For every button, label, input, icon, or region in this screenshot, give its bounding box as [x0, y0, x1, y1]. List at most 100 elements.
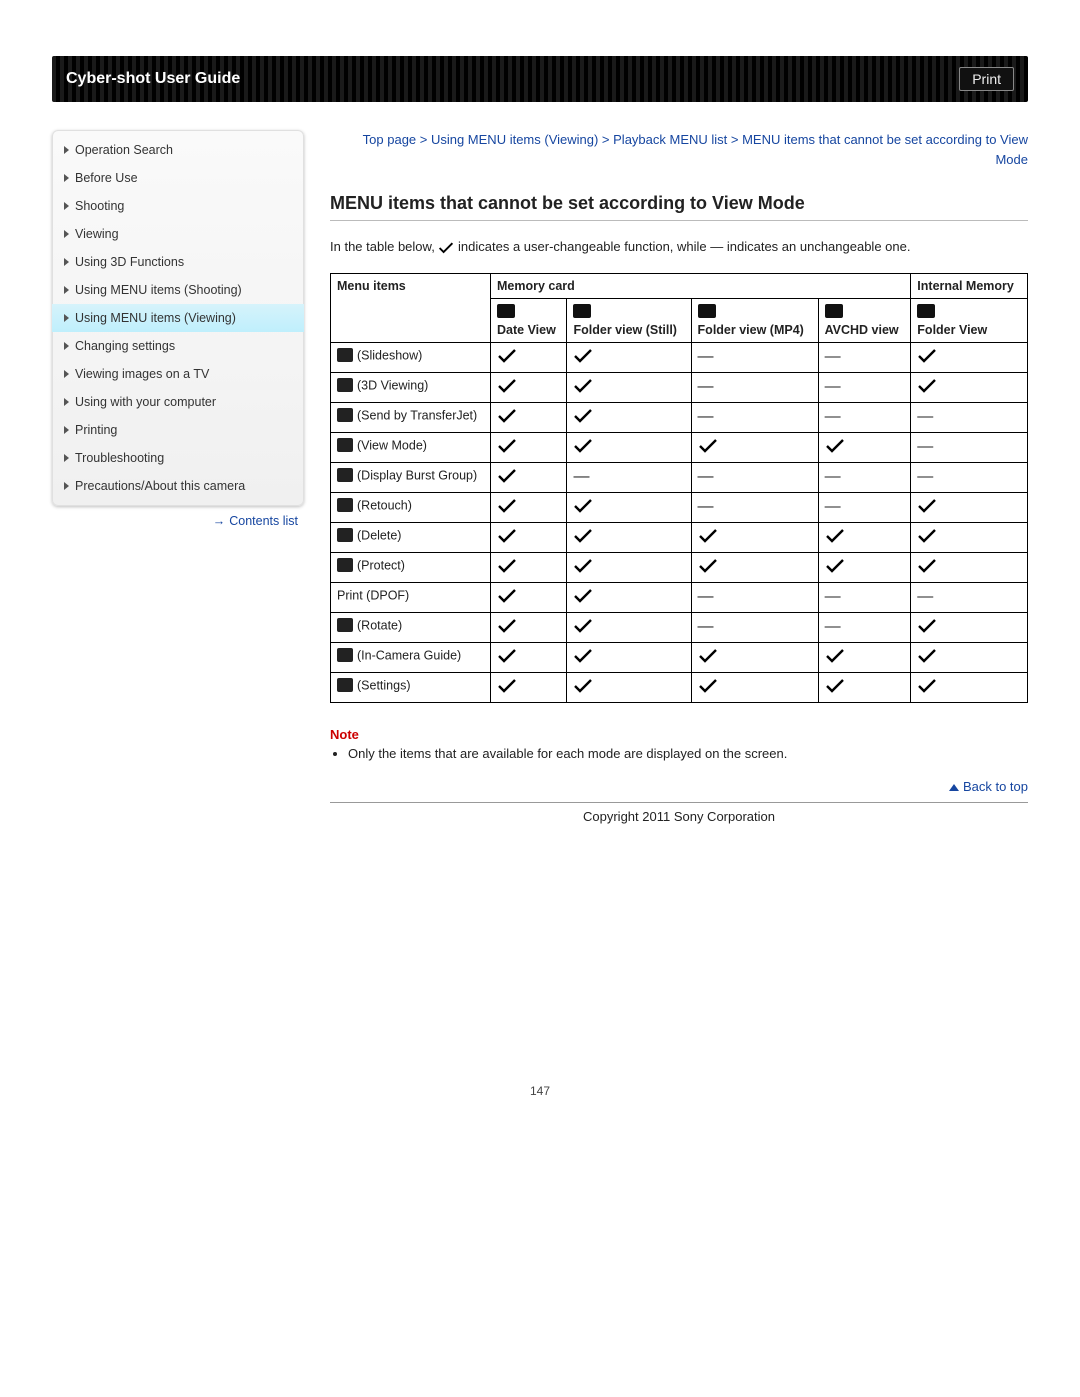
dash-icon: —: [825, 468, 841, 485]
dash-icon: —: [698, 408, 714, 425]
table-row: Print (DPOF)———: [331, 582, 1028, 612]
sidebar-item-label: Using 3D Functions: [75, 255, 184, 269]
intro-text: In the table below, indicates a user-cha…: [330, 237, 1028, 257]
sidebar-item-6[interactable]: Using MENU items (Viewing): [52, 304, 304, 332]
th-sub-2: Folder view (MP4): [691, 298, 818, 342]
sidebar-item-1[interactable]: Before Use: [52, 164, 304, 192]
note-item: Only the items that are available for ea…: [348, 746, 1028, 761]
chevron-right-icon: [64, 342, 69, 350]
mode-icon: [497, 304, 515, 318]
contents-list-link-wrap: →Contents list: [52, 506, 304, 528]
menu-item-icon: [337, 558, 353, 572]
sidebar: Operation Search Before Use Shooting Viewin…: [52, 130, 304, 506]
check-icon: [917, 618, 937, 634]
table-row: (Send by TransferJet)———: [331, 402, 1028, 432]
dash-icon: —: [825, 588, 841, 605]
sidebar-item-7[interactable]: Changing settings: [52, 332, 304, 360]
check-icon: [825, 528, 845, 544]
matrix-cell: [567, 372, 691, 402]
sidebar-item-11[interactable]: Troubleshooting: [52, 444, 304, 472]
dash-icon: —: [573, 468, 589, 485]
matrix-cell: [491, 402, 567, 432]
check-icon: [698, 648, 718, 664]
check-icon: [825, 438, 845, 454]
menu-item-cell: Print (DPOF): [331, 582, 491, 612]
sidebar-item-label: Shooting: [75, 199, 124, 213]
table-row: (View Mode) —: [331, 432, 1028, 462]
check-icon: [573, 498, 593, 514]
matrix-cell: —: [818, 342, 911, 372]
check-icon: [698, 438, 718, 454]
matrix-cell: [567, 552, 691, 582]
sidebar-item-2[interactable]: Shooting: [52, 192, 304, 220]
chevron-right-icon: [64, 454, 69, 462]
matrix-cell: —: [818, 402, 911, 432]
header-bar: Cyber-shot User Guide Print: [52, 56, 1028, 102]
matrix-cell: —: [691, 462, 818, 492]
check-icon: [497, 648, 517, 664]
sidebar-item-0[interactable]: Operation Search: [52, 136, 304, 164]
matrix-cell: [491, 552, 567, 582]
main-content: Top page > Using MENU items (Viewing) > …: [304, 130, 1028, 824]
check-icon: [917, 498, 937, 514]
chevron-right-icon: [64, 286, 69, 294]
menu-item-label: (View Mode): [357, 438, 427, 452]
matrix-cell: —: [691, 402, 818, 432]
th-internal-memory: Internal Memory: [911, 273, 1028, 298]
matrix-cell: [911, 492, 1028, 522]
sidebar-item-10[interactable]: Printing: [52, 416, 304, 444]
menu-item-cell: (Rotate): [331, 612, 491, 642]
chevron-right-icon: [64, 314, 69, 322]
dash-icon: —: [917, 438, 933, 455]
sidebar-item-label: Operation Search: [75, 143, 173, 157]
sidebar-item-5[interactable]: Using MENU items (Shooting): [52, 276, 304, 304]
th-menu-items: Menu items: [331, 273, 491, 342]
dash-icon: —: [917, 588, 933, 605]
table-row: (Display Burst Group)————: [331, 462, 1028, 492]
sidebar-item-4[interactable]: Using 3D Functions: [52, 248, 304, 276]
menu-item-label: (Display Burst Group): [357, 468, 477, 482]
check-icon: [497, 528, 517, 544]
check-icon: [573, 438, 593, 454]
table-row: (Settings): [331, 672, 1028, 702]
sidebar-item-label: Before Use: [75, 171, 138, 185]
matrix-cell: [567, 342, 691, 372]
contents-list-link[interactable]: Contents list: [229, 514, 298, 528]
breadcrumb[interactable]: Top page > Using MENU items (Viewing) > …: [330, 130, 1028, 169]
matrix-cell: [911, 642, 1028, 672]
sidebar-item-12[interactable]: Precautions/About this camera: [52, 472, 304, 500]
menu-item-icon: [337, 678, 353, 692]
table-row: (Slideshow)——: [331, 342, 1028, 372]
menu-item-cell: (Delete): [331, 522, 491, 552]
matrix-cell: —: [567, 462, 691, 492]
menu-item-icon: [337, 468, 353, 482]
intro-post: indicates a user-changeable function, wh…: [458, 239, 910, 254]
matrix-cell: [567, 642, 691, 672]
matrix-cell: —: [818, 462, 911, 492]
th-memory-card: Memory card: [491, 273, 911, 298]
matrix-cell: [567, 432, 691, 462]
dash-icon: —: [698, 378, 714, 395]
matrix-cell: [911, 612, 1028, 642]
back-to-top-wrap: Back to top: [330, 779, 1028, 794]
triangle-up-icon: [949, 784, 959, 791]
print-button[interactable]: Print: [959, 67, 1014, 91]
matrix-cell: —: [911, 432, 1028, 462]
menu-item-cell: (View Mode): [331, 432, 491, 462]
matrix-cell: [691, 522, 818, 552]
matrix-cell: —: [818, 492, 911, 522]
matrix-cell: [491, 612, 567, 642]
check-icon: [698, 678, 718, 694]
sidebar-item-3[interactable]: Viewing: [52, 220, 304, 248]
matrix-cell: —: [691, 372, 818, 402]
menu-item-icon: [337, 498, 353, 512]
chevron-right-icon: [64, 202, 69, 210]
menu-item-cell: (Settings): [331, 672, 491, 702]
matrix-cell: [818, 672, 911, 702]
table-row: (Rotate)——: [331, 612, 1028, 642]
menu-item-label: (Protect): [357, 558, 405, 572]
sidebar-item-9[interactable]: Using with your computer: [52, 388, 304, 416]
sidebar-item-8[interactable]: Viewing images on a TV: [52, 360, 304, 388]
menu-item-icon: [337, 438, 353, 452]
back-to-top-link[interactable]: Back to top: [963, 779, 1028, 794]
